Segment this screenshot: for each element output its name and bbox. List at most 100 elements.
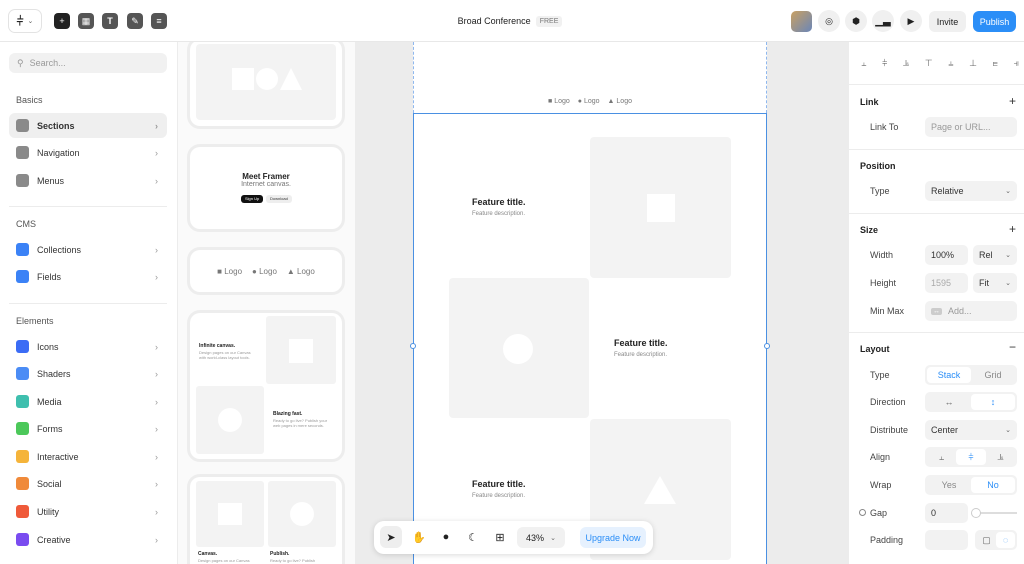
grid-option[interactable]: Grid bbox=[971, 367, 1015, 383]
gap-input[interactable]: 0 bbox=[925, 503, 968, 523]
link-url-input[interactable]: Page or URL... bbox=[925, 117, 1017, 137]
features-frame[interactable]: Feature title. Feature description. Feat… bbox=[410, 113, 770, 564]
thumbnail-logos[interactable]: ■ Logo ● Logo ▲ Logo bbox=[190, 250, 342, 292]
align-bottom-icon[interactable]: ⊥ bbox=[969, 58, 977, 69]
sidebar-item-interactive[interactable]: Interactive › bbox=[9, 444, 167, 469]
grid-tool-icon[interactable]: ⊞ bbox=[489, 526, 511, 548]
avatar[interactable] bbox=[791, 11, 812, 32]
select-tool-icon[interactable]: ➤ bbox=[380, 526, 402, 548]
dark-mode-icon[interactable]: ☾ bbox=[462, 526, 484, 548]
distribute-select[interactable]: Center ⌄ bbox=[925, 420, 1017, 440]
position-select[interactable]: Relative ⌄ bbox=[925, 181, 1017, 201]
preview-play-icon[interactable]: ▶ bbox=[900, 10, 922, 32]
gap-slider-thumb[interactable] bbox=[972, 509, 980, 517]
width-unit: Rel bbox=[979, 250, 993, 260]
align-middle-icon[interactable]: ⫨ bbox=[948, 58, 953, 69]
framer-menu-button[interactable]: ⫩ ⌄ bbox=[9, 10, 41, 32]
zoom-select[interactable]: 43% ⌄ bbox=[517, 527, 565, 548]
width-input[interactable]: 100% bbox=[925, 245, 968, 265]
sidebar-item-label: Navigation bbox=[37, 147, 80, 158]
sidebar-item-media[interactable]: Media › bbox=[9, 389, 167, 414]
resize-icon: ↔ bbox=[931, 307, 942, 315]
wrap-no-option[interactable]: No bbox=[971, 477, 1015, 493]
vertical-arrow-icon[interactable]: ↕ bbox=[971, 394, 1015, 410]
distribute-v-icon[interactable]: ⫣ bbox=[1014, 58, 1019, 69]
sidebar-item-shaders[interactable]: Shaders › bbox=[9, 361, 167, 386]
padding-input[interactable] bbox=[925, 530, 968, 550]
feature-2-title[interactable]: Feature title. bbox=[614, 338, 668, 348]
thumbnail-hero[interactable]: Meet Framer Internet canvas. Sign Up Dow… bbox=[190, 147, 342, 229]
feature-2-desc[interactable]: Feature description. bbox=[614, 352, 667, 358]
resize-handle-right[interactable] bbox=[764, 343, 770, 349]
align-center-h-icon[interactable]: ⫩ bbox=[882, 58, 887, 69]
sidebar-item-icons[interactable]: Icons › bbox=[9, 334, 167, 359]
align-right-icon[interactable]: ⫡ bbox=[903, 58, 909, 69]
menus-icon bbox=[16, 174, 29, 187]
sidebar-item-sections[interactable]: Sections › bbox=[9, 113, 167, 138]
invite-button[interactable]: Invite bbox=[929, 11, 966, 32]
comment-tool-icon[interactable]: ● bbox=[435, 526, 457, 548]
search-input[interactable]: ⚲ Search... bbox=[9, 53, 167, 73]
add-size-icon[interactable]: + bbox=[1009, 222, 1016, 236]
settings-icon[interactable]: ⬢ bbox=[845, 10, 867, 32]
horizontal-arrow-icon[interactable]: ↔ bbox=[927, 394, 971, 410]
creative-icon bbox=[16, 533, 29, 546]
feature-1-title: Infinite canvas. bbox=[199, 343, 236, 349]
sidebar-item-menus[interactable]: Menus › bbox=[9, 168, 167, 193]
canvas[interactable]: ■ Logo ● Logo ▲ Logo Feature title. Feat… bbox=[356, 42, 848, 564]
logo-item: ■ Logo bbox=[217, 266, 243, 276]
layout-type-label: Type bbox=[870, 370, 890, 380]
text-icon[interactable]: T bbox=[102, 13, 118, 29]
add-link-icon[interactable]: + bbox=[1009, 94, 1016, 108]
upgrade-now-button[interactable]: Upgrade Now bbox=[580, 527, 646, 548]
feature-3-title[interactable]: Feature title. bbox=[472, 479, 526, 489]
publish-button[interactable]: Publish bbox=[973, 11, 1016, 32]
database-icon[interactable]: ≡ bbox=[151, 13, 167, 29]
wrap-yes-option[interactable]: Yes bbox=[927, 477, 971, 493]
align-center-icon[interactable]: ⫩ bbox=[956, 449, 986, 465]
analytics-icon[interactable]: ▁▃ bbox=[872, 10, 894, 32]
align-start-icon[interactable]: ⫠ bbox=[927, 449, 956, 465]
resize-handle-left[interactable] bbox=[410, 343, 416, 349]
stack-option[interactable]: Stack bbox=[927, 367, 971, 383]
sidebar-item-label: Social bbox=[37, 478, 62, 489]
distribute-h-icon[interactable]: ⫢ bbox=[993, 58, 998, 69]
thumbnail-grid[interactable]: Canvas. Design pages on our Canvas Publi… bbox=[190, 477, 342, 564]
hand-tool-icon[interactable]: ✋ bbox=[408, 526, 430, 548]
project-title-group[interactable]: Broad Conference FREE bbox=[430, 12, 590, 30]
sidebar-item-creative[interactable]: Creative › bbox=[9, 527, 167, 552]
plan-badge: FREE bbox=[535, 15, 563, 27]
logos-frame[interactable]: ■ Logo ● Logo ▲ Logo bbox=[413, 42, 767, 113]
layout-icon[interactable]: ▦ bbox=[78, 13, 94, 29]
vector-pen-icon[interactable]: ✎ bbox=[127, 13, 143, 29]
globe-icon[interactable]: ◎ bbox=[818, 10, 840, 32]
sidebar-item-label: Collections bbox=[37, 244, 82, 255]
insert-icon[interactable]: + bbox=[54, 13, 70, 29]
align-end-icon[interactable]: ⫡ bbox=[986, 449, 1015, 465]
height-unit-select[interactable]: Fit ⌄ bbox=[973, 273, 1017, 293]
sidebar-item-label: Fields bbox=[37, 271, 62, 282]
min-max-input[interactable]: ↔ Add... bbox=[925, 301, 1017, 321]
thumbnail-shapes[interactable] bbox=[190, 42, 342, 126]
sidebar-item-fields[interactable]: Fields › bbox=[9, 264, 167, 289]
align-left-icon[interactable]: ⫠ bbox=[861, 58, 866, 69]
gap-slider[interactable] bbox=[972, 509, 1017, 517]
padding-uniform-icon[interactable]: ▢ bbox=[977, 532, 996, 548]
feature-3-desc[interactable]: Feature description. bbox=[472, 493, 525, 499]
remove-layout-icon[interactable]: − bbox=[1009, 340, 1016, 354]
chevron-down-icon: ⌄ bbox=[1005, 280, 1011, 287]
sidebar-item-social[interactable]: Social › bbox=[9, 471, 167, 496]
height-input[interactable]: 1595 bbox=[925, 273, 968, 293]
feature-1-title[interactable]: Feature title. bbox=[472, 197, 526, 207]
width-unit-select[interactable]: Rel ⌄ bbox=[973, 245, 1017, 265]
thumbnail-features[interactable]: Infinite canvas. Design pages on our Can… bbox=[190, 313, 342, 459]
sidebar-item-utility[interactable]: Utility › bbox=[9, 499, 167, 524]
hero-signup-button: Sign Up bbox=[241, 195, 264, 203]
search-icon: ⚲ bbox=[17, 57, 24, 68]
feature-1-desc[interactable]: Feature description. bbox=[472, 211, 525, 217]
sidebar-item-forms[interactable]: Forms › bbox=[9, 416, 167, 441]
sidebar-item-navigation[interactable]: Navigation › bbox=[9, 140, 167, 165]
sidebar-item-collections[interactable]: Collections › bbox=[9, 237, 167, 262]
align-top-icon[interactable]: ⊤ bbox=[925, 58, 933, 69]
padding-individual-icon[interactable]: ◌ bbox=[996, 532, 1015, 548]
